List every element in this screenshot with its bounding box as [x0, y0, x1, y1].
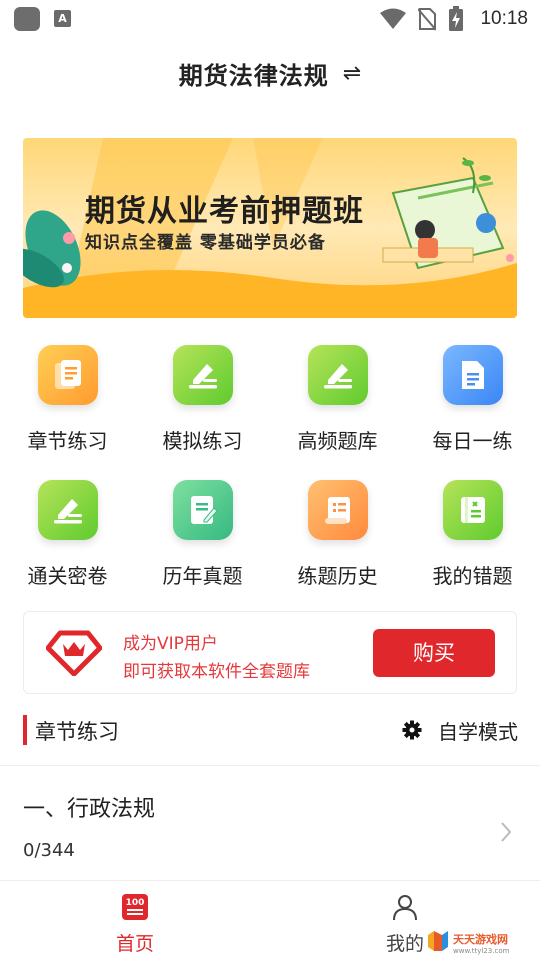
wrong-questions-icon	[443, 480, 503, 540]
chapter-name: 一、行政法规	[23, 797, 156, 822]
watermark: 天天游戏网 www.ttyl23.com	[426, 928, 509, 955]
past-exams-icon	[173, 480, 233, 540]
secret-paper-icon	[38, 480, 98, 540]
chapter-progress: 0/344	[23, 840, 75, 861]
chevron-right-icon	[501, 822, 512, 842]
feature-grid: 章节练习 模拟练习 高频题库 每日一练 通关密卷 历年真题 练题历史 我的错题	[0, 335, 540, 595]
feature-label: 历年真题	[162, 564, 243, 588]
buy-button[interactable]: 购买	[373, 629, 495, 677]
gear-icon[interactable]	[402, 720, 422, 740]
feature-mock-practice[interactable]: 模拟练习	[135, 335, 270, 460]
daily-practice-icon	[443, 345, 503, 405]
watermark-text: 天天游戏网	[453, 932, 508, 946]
feature-wrong-questions[interactable]: 我的错题	[405, 470, 540, 595]
page-title[interactable]: 期货法律法规	[179, 56, 329, 91]
banner-title: 期货从业考前押题班	[85, 194, 364, 229]
status-bar: A 10:18	[0, 0, 540, 38]
no-sim-icon	[418, 8, 437, 31]
vip-card: 成为VIP用户 即可获取本软件全套题库 购买	[23, 611, 517, 694]
chapter-practice-icon	[38, 345, 98, 405]
section-title: 章节练习	[35, 720, 119, 744]
watermark-text-block: 天天游戏网 www.ttyl23.com	[453, 928, 509, 955]
feature-label: 通关密卷	[27, 564, 108, 588]
nav-home-label: 首页	[115, 933, 154, 955]
status-bar-right: 10:18	[380, 4, 528, 34]
vip-line-1: 成为VIP用户	[123, 634, 218, 654]
feature-label: 练题历史	[297, 564, 378, 588]
swap-icon[interactable]: ⇌	[343, 61, 361, 86]
section-accent-bar	[23, 715, 27, 745]
watermark-url: www.ttyl23.com	[453, 946, 510, 955]
vip-line-2: 即可获取本软件全套题库	[123, 662, 310, 682]
feature-label: 章节练习	[27, 429, 108, 453]
promo-banner[interactable]: 期货从业考前押题班 知识点全覆盖 零基础学员必备	[23, 138, 517, 318]
feature-label: 每日一练	[432, 429, 513, 453]
study-mode-toggle[interactable]: 自学模式	[438, 716, 518, 745]
title-bar: 期货法律法规 ⇌	[0, 48, 540, 98]
high-frequency-bank-icon	[308, 345, 368, 405]
battery-charging-icon	[449, 6, 464, 31]
clock: 10:18	[480, 8, 528, 29]
person-icon	[393, 895, 417, 921]
vip-crown-icon	[46, 630, 102, 676]
feature-chapter-practice[interactable]: 章节练习	[0, 335, 135, 460]
section-header: 章节练习 自学模式	[0, 708, 540, 753]
feature-practice-history[interactable]: 练题历史	[270, 470, 405, 595]
feature-past-exams[interactable]: 历年真题	[135, 470, 270, 595]
chapter-row[interactable]: 一、行政法规 0/344	[0, 766, 540, 880]
home-badge-text: 100	[126, 898, 145, 908]
nav-home[interactable]: 100 首页	[85, 893, 185, 956]
feature-daily-practice[interactable]: 每日一练	[405, 335, 540, 460]
home-badge-icon: 100	[122, 894, 148, 920]
feature-label: 我的错题	[432, 564, 513, 588]
practice-history-icon	[308, 480, 368, 540]
banner-subtitle: 知识点全覆盖 零基础学员必备	[85, 233, 326, 253]
a-notification-icon: A	[54, 10, 71, 27]
feature-secret-paper[interactable]: 通关密卷	[0, 470, 135, 595]
feature-high-frequency-bank[interactable]: 高频题库	[270, 335, 405, 460]
watermark-logo-icon	[428, 931, 448, 951]
mock-practice-icon	[173, 345, 233, 405]
feature-label: 模拟练习	[162, 429, 243, 453]
wifi-icon	[380, 8, 407, 29]
app-notification-icon	[14, 7, 40, 31]
feature-label: 高频题库	[297, 429, 378, 453]
